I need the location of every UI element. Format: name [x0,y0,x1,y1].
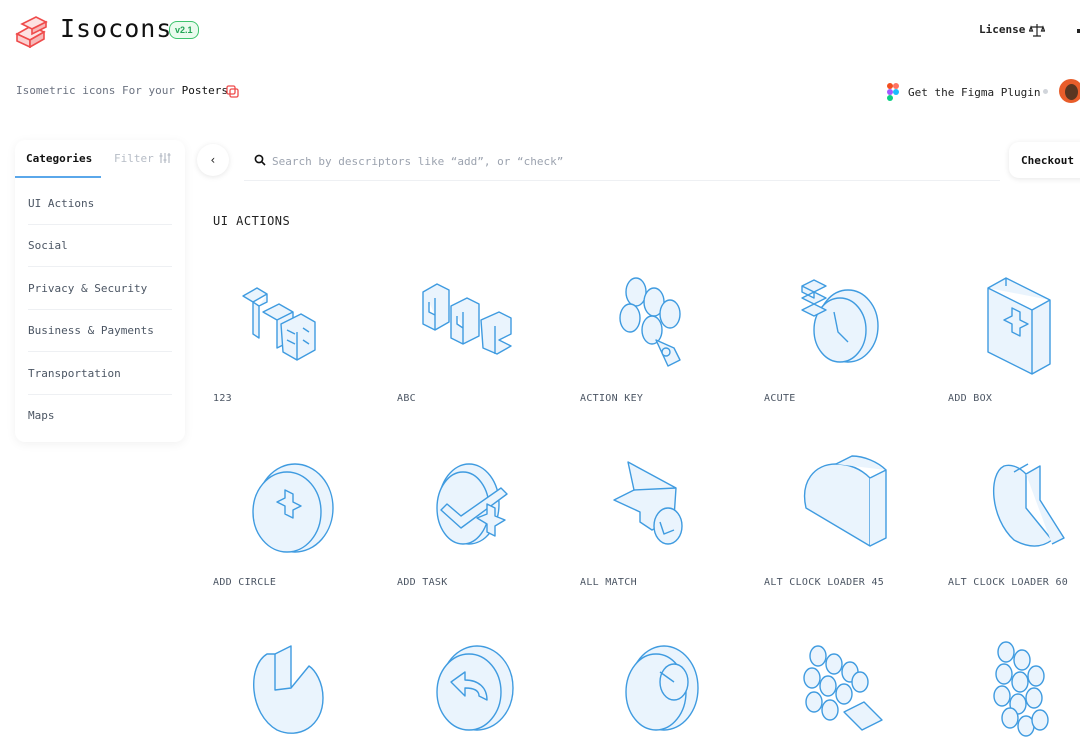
figma-icon[interactable] [887,83,899,101]
icon-tile[interactable] [213,636,383,747]
sidebar-item-privacy-security[interactable]: Privacy & Security [28,282,147,295]
icon-label: ACUTE [764,393,796,404]
back-button[interactable]: ‹ [197,144,229,176]
tab-categories[interactable]: Categories [26,152,92,165]
icon-label: ALT CLOCK LOADER 45 [764,577,885,588]
figma-plugin-link[interactable]: Get the Figma Plugin [908,86,1040,99]
search-icon [254,154,266,166]
license-link[interactable]: License [979,23,1025,36]
cylinders-grid-icon [993,641,1049,737]
icon-tile[interactable] [397,636,567,747]
icon-tile[interactable] [580,636,750,747]
numbers-123-icon [242,287,316,361]
add-task-icon [436,463,508,545]
icon-label: ACTION KEY [580,393,644,404]
icon-tile-add-circle[interactable]: ADD CIRCLE [213,452,383,592]
clock-loader-45-icon [804,455,887,547]
checkout-button[interactable]: Checkout [1009,142,1080,178]
search-underline [244,180,1000,181]
divider [28,351,172,352]
icon-tile-all-match[interactable]: ALL MATCH [580,452,750,592]
clock-loader-icon [253,645,324,734]
sliders-icon[interactable] [159,152,171,164]
section-title: UI ACTIONS [213,214,291,228]
scale-icon[interactable] [1029,22,1045,38]
icon-tile[interactable] [948,636,1080,747]
cylinders-icon [803,645,883,731]
sidebar-item-business-payments[interactable]: Business & Payments [28,324,154,337]
icon-label: ALT CLOCK LOADER 60 [948,577,1069,588]
tagline-text: Isometric icons For your [16,84,175,97]
icon-label: ADD CIRCLE [213,577,277,588]
separator-dot [1043,89,1048,94]
isocons-logo-icon[interactable] [14,14,48,48]
icon-tile-alt-clock-loader-45[interactable]: ALT CLOCK LOADER 45 [764,452,934,592]
clock-loader-60-icon [992,463,1065,547]
swap-icon[interactable] [226,85,239,98]
icon-label: ABC [397,393,416,404]
icon-tile-add-task[interactable]: ADD TASK [397,452,567,592]
sidebar-item-social[interactable]: Social [28,239,68,252]
icon-tile-abc[interactable]: ABC [397,268,567,408]
divider [28,224,172,225]
brand-title: Isocons [60,14,173,43]
acute-clock-icon [801,279,879,363]
all-match-icon [613,461,683,545]
sidebar-item-maps[interactable]: Maps [28,409,55,422]
version-badge: v2.1 [169,21,199,39]
letters-abc-icon [422,283,512,355]
tagline: Isometric icons For your Posters [16,84,228,97]
divider [28,266,172,267]
icon-tile[interactable] [764,636,934,747]
checkout-label: Checkout [1021,154,1074,167]
category-sidebar: Categories Filter UI Actions Social Priv… [15,140,185,442]
tagline-posters-link[interactable]: Posters [182,84,228,97]
icon-tile-action-key[interactable]: ACTION KEY [580,268,750,408]
icon-tile-add-box[interactable]: ADD BOX [948,268,1080,408]
icon-label: 123 [213,393,232,404]
icon-label: ALL MATCH [580,577,637,588]
active-tab-indicator [15,176,101,178]
ring-icon [625,645,699,731]
icon-tile-acute[interactable]: ACUTE [764,268,934,408]
search-input[interactable] [270,149,994,173]
sidebar-item-transportation[interactable]: Transportation [28,367,121,380]
icon-label: ADD BOX [948,393,993,404]
chevron-left-icon: ‹ [209,153,217,167]
add-box-icon [987,277,1051,375]
tab-filter[interactable]: Filter [114,152,154,165]
divider [28,309,172,310]
avatar[interactable] [1059,79,1080,103]
action-key-icon [619,277,681,367]
sidebar-item-ui-actions[interactable]: UI Actions [28,197,94,210]
icon-tile-123[interactable]: 123 [213,268,383,408]
restore-icon [436,645,514,731]
add-circle-icon [252,463,334,553]
icon-tile-alt-clock-loader-60[interactable]: ALT CLOCK LOADER 60 [948,452,1080,592]
icon-label: ADD TASK [397,577,448,588]
divider [28,394,172,395]
